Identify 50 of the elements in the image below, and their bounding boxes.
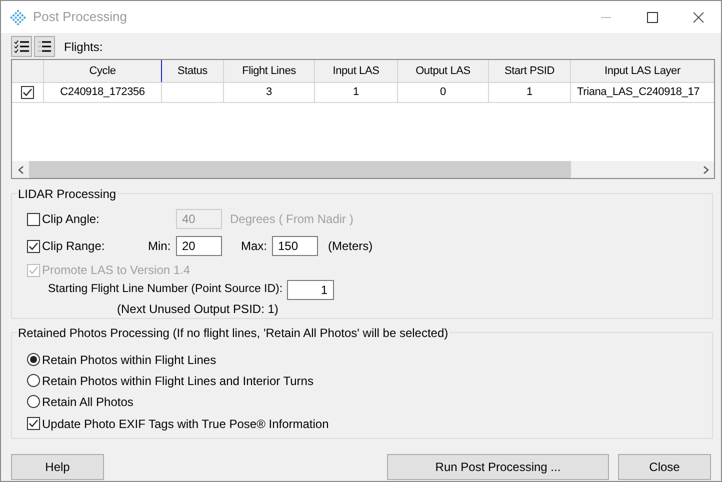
input-field[interactable]: 1 [286, 280, 334, 300]
column-header[interactable]: Start PSID [489, 60, 571, 82]
radio-button[interactable] [27, 353, 40, 366]
list-button[interactable] [34, 36, 55, 56]
radio-button[interactable] [27, 395, 40, 408]
flights-label: Flights: [64, 39, 103, 56]
checkbox-label: Promote LAS to Version 1.4 [42, 262, 190, 279]
column-header[interactable]: Status [162, 60, 224, 82]
column-header[interactable]: Input LAS Layer [571, 60, 714, 82]
check-list-button[interactable] [11, 36, 32, 56]
table-cell: 1 [489, 83, 571, 102]
unit-label: Degrees ( From Nadir ) [230, 211, 354, 228]
list-icon[interactable] [38, 40, 51, 52]
checkbox[interactable] [21, 86, 34, 99]
checkbox-label: Clip Angle: [42, 211, 100, 228]
dialog-button[interactable]: Run Post Processing ... [387, 454, 609, 480]
maximize-icon[interactable] [646, 12, 658, 22]
radio-label: Retain Photos within Flight Lines [42, 352, 216, 368]
close-icon[interactable] [692, 12, 704, 22]
dialog-button[interactable]: Close [618, 454, 711, 480]
note-text: (Next Unused Output PSID: 1) [117, 301, 278, 318]
table-cell: 0 [398, 83, 489, 102]
table-cell: C240918_172356 [44, 83, 162, 102]
input-field[interactable]: 150 [272, 236, 318, 256]
checkbox[interactable] [27, 212, 40, 226]
start-line-label: Starting Flight Line Number (Point Source ID): [48, 282, 283, 298]
horizontal-scrollbar[interactable] [12, 161, 714, 178]
checkbox-label: Update Photo EXIF Tags with True Pose® Information [42, 416, 329, 432]
column-header[interactable]: Input LAS [315, 60, 398, 82]
radio-label: Retain All Photos [42, 394, 134, 410]
input-field[interactable]: 20 [176, 236, 222, 256]
table-cell: 1 [315, 83, 398, 102]
radio-button[interactable] [27, 374, 40, 387]
window-title: Post Processing [33, 8, 127, 26]
app-icon [10, 9, 26, 25]
checkbox[interactable] [27, 417, 40, 430]
checkbox[interactable] [27, 240, 40, 252]
checkbox-label: Clip Range: [42, 238, 105, 255]
min-label: Min: [148, 238, 172, 255]
unit-label: (Meters) [328, 238, 373, 255]
column-header[interactable]: Output LAS [398, 60, 489, 82]
check-list-icon[interactable] [14, 40, 29, 52]
table-cell: 3 [224, 83, 315, 102]
table-cell: Triana_LAS_C240918_17 [571, 83, 714, 102]
column-header[interactable]: Cycle [44, 60, 162, 82]
scrollbar-thumb[interactable] [29, 161, 571, 178]
max-label: Max: [241, 238, 268, 255]
column-header[interactable]: Flight Lines [224, 60, 315, 82]
radio-label: Retain Photos within Flight Lines and Interior Turns [42, 372, 314, 390]
dialog-button[interactable]: Help [11, 454, 104, 480]
